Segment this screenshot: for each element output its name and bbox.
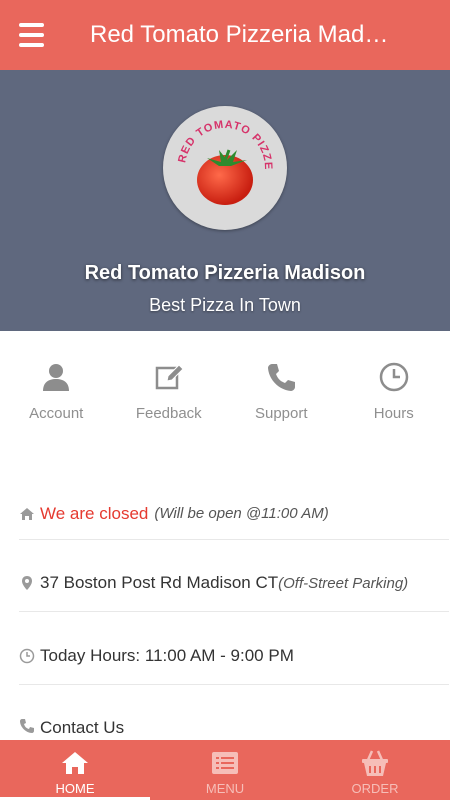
support-label: Support [254,405,308,422]
business-name: Red Tomato Pizzeria Madison [84,262,366,284]
open-status-row: We are closed (Will be open @11:00 AM) [19,488,449,540]
feedback-label: Feedback [135,405,202,422]
restaurant-logo: THE RED TOMATO PIZZERIA [163,106,287,230]
tab-home[interactable]: HOME [0,740,150,800]
hours-label: Hours [373,405,414,422]
account-button[interactable]: Account [0,331,113,441]
clock-icon [379,362,408,392]
account-label: Account [29,405,84,422]
today-hours-text: Today Hours: 11:00 AM - 9:00 PM [40,645,294,665]
bottom-navigation: HOME MENU ORDER [0,740,450,800]
phone-icon [20,719,34,733]
feedback-button[interactable]: Feedback [113,331,226,441]
basket-icon [362,750,388,776]
tab-menu-label: MENU [205,781,245,796]
quick-actions: Account Feedback Support Hours [0,331,450,441]
contact-row[interactable]: Contact Us [19,700,449,740]
map-pin-icon [22,576,32,590]
tab-home-label: HOME [55,781,95,796]
phone-icon [268,364,296,391]
edit-icon [155,364,184,390]
closed-status: We are closed [40,503,149,523]
today-hours-row: Today Hours: 11:00 AM - 9:00 PM [19,627,449,685]
business-tagline: Best Pizza In Town [149,295,301,315]
home-icon [20,507,34,520]
tab-menu[interactable]: MENU [150,740,300,800]
home-icon [62,752,88,774]
top-app-bar: Red Tomato Pizzeria Madison [0,0,450,70]
user-icon [43,364,70,391]
app-title: Red Tomato Pizzeria Madison [90,21,390,48]
support-button[interactable]: Support [225,331,338,441]
hamburger-menu-icon[interactable] [19,23,53,47]
address-row[interactable]: 37 Boston Post Rd Madison CT (Off-Street… [19,555,449,612]
parking-note: (Off-Street Parking) [278,574,409,592]
open-time-note: (Will be open @11:00 AM) [154,505,329,522]
contact-text: Contact Us [40,718,125,737]
tab-order-label: ORDER [351,781,399,796]
hours-button[interactable]: Hours [338,331,450,441]
clock-icon [19,648,35,663]
menu-list-icon [212,752,238,774]
address-text: 37 Boston Post Rd Madison CT [40,573,279,592]
hero-banner: THE RED TOMATO PIZZERIA Red Tomato Pizze… [0,70,450,331]
tab-order[interactable]: ORDER [300,740,450,800]
